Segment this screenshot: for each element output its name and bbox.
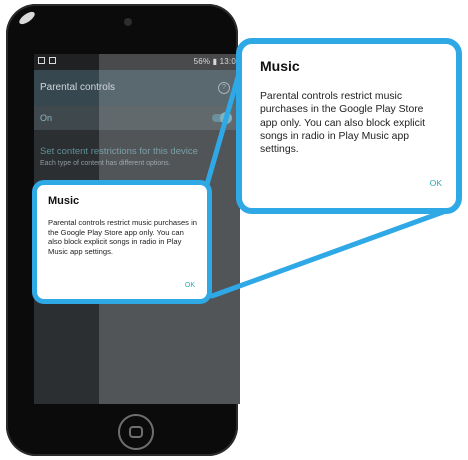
dialog-body-zoom: Parental controls restrict music purchas…: [260, 91, 426, 156]
ok-button-zoom[interactable]: OK: [430, 178, 442, 188]
dialog-body: Parental controls restrict music purchas…: [48, 218, 197, 257]
music-dialog: Music Parental controls restrict music p…: [32, 180, 212, 304]
music-dialog-zoom: Music Parental controls restrict music p…: [236, 38, 462, 214]
ok-button[interactable]: OK: [185, 282, 195, 289]
dialog-title: Music: [48, 195, 80, 207]
callout-line-bottom: [209, 205, 457, 299]
dialog-title-zoom: Music: [260, 58, 300, 74]
